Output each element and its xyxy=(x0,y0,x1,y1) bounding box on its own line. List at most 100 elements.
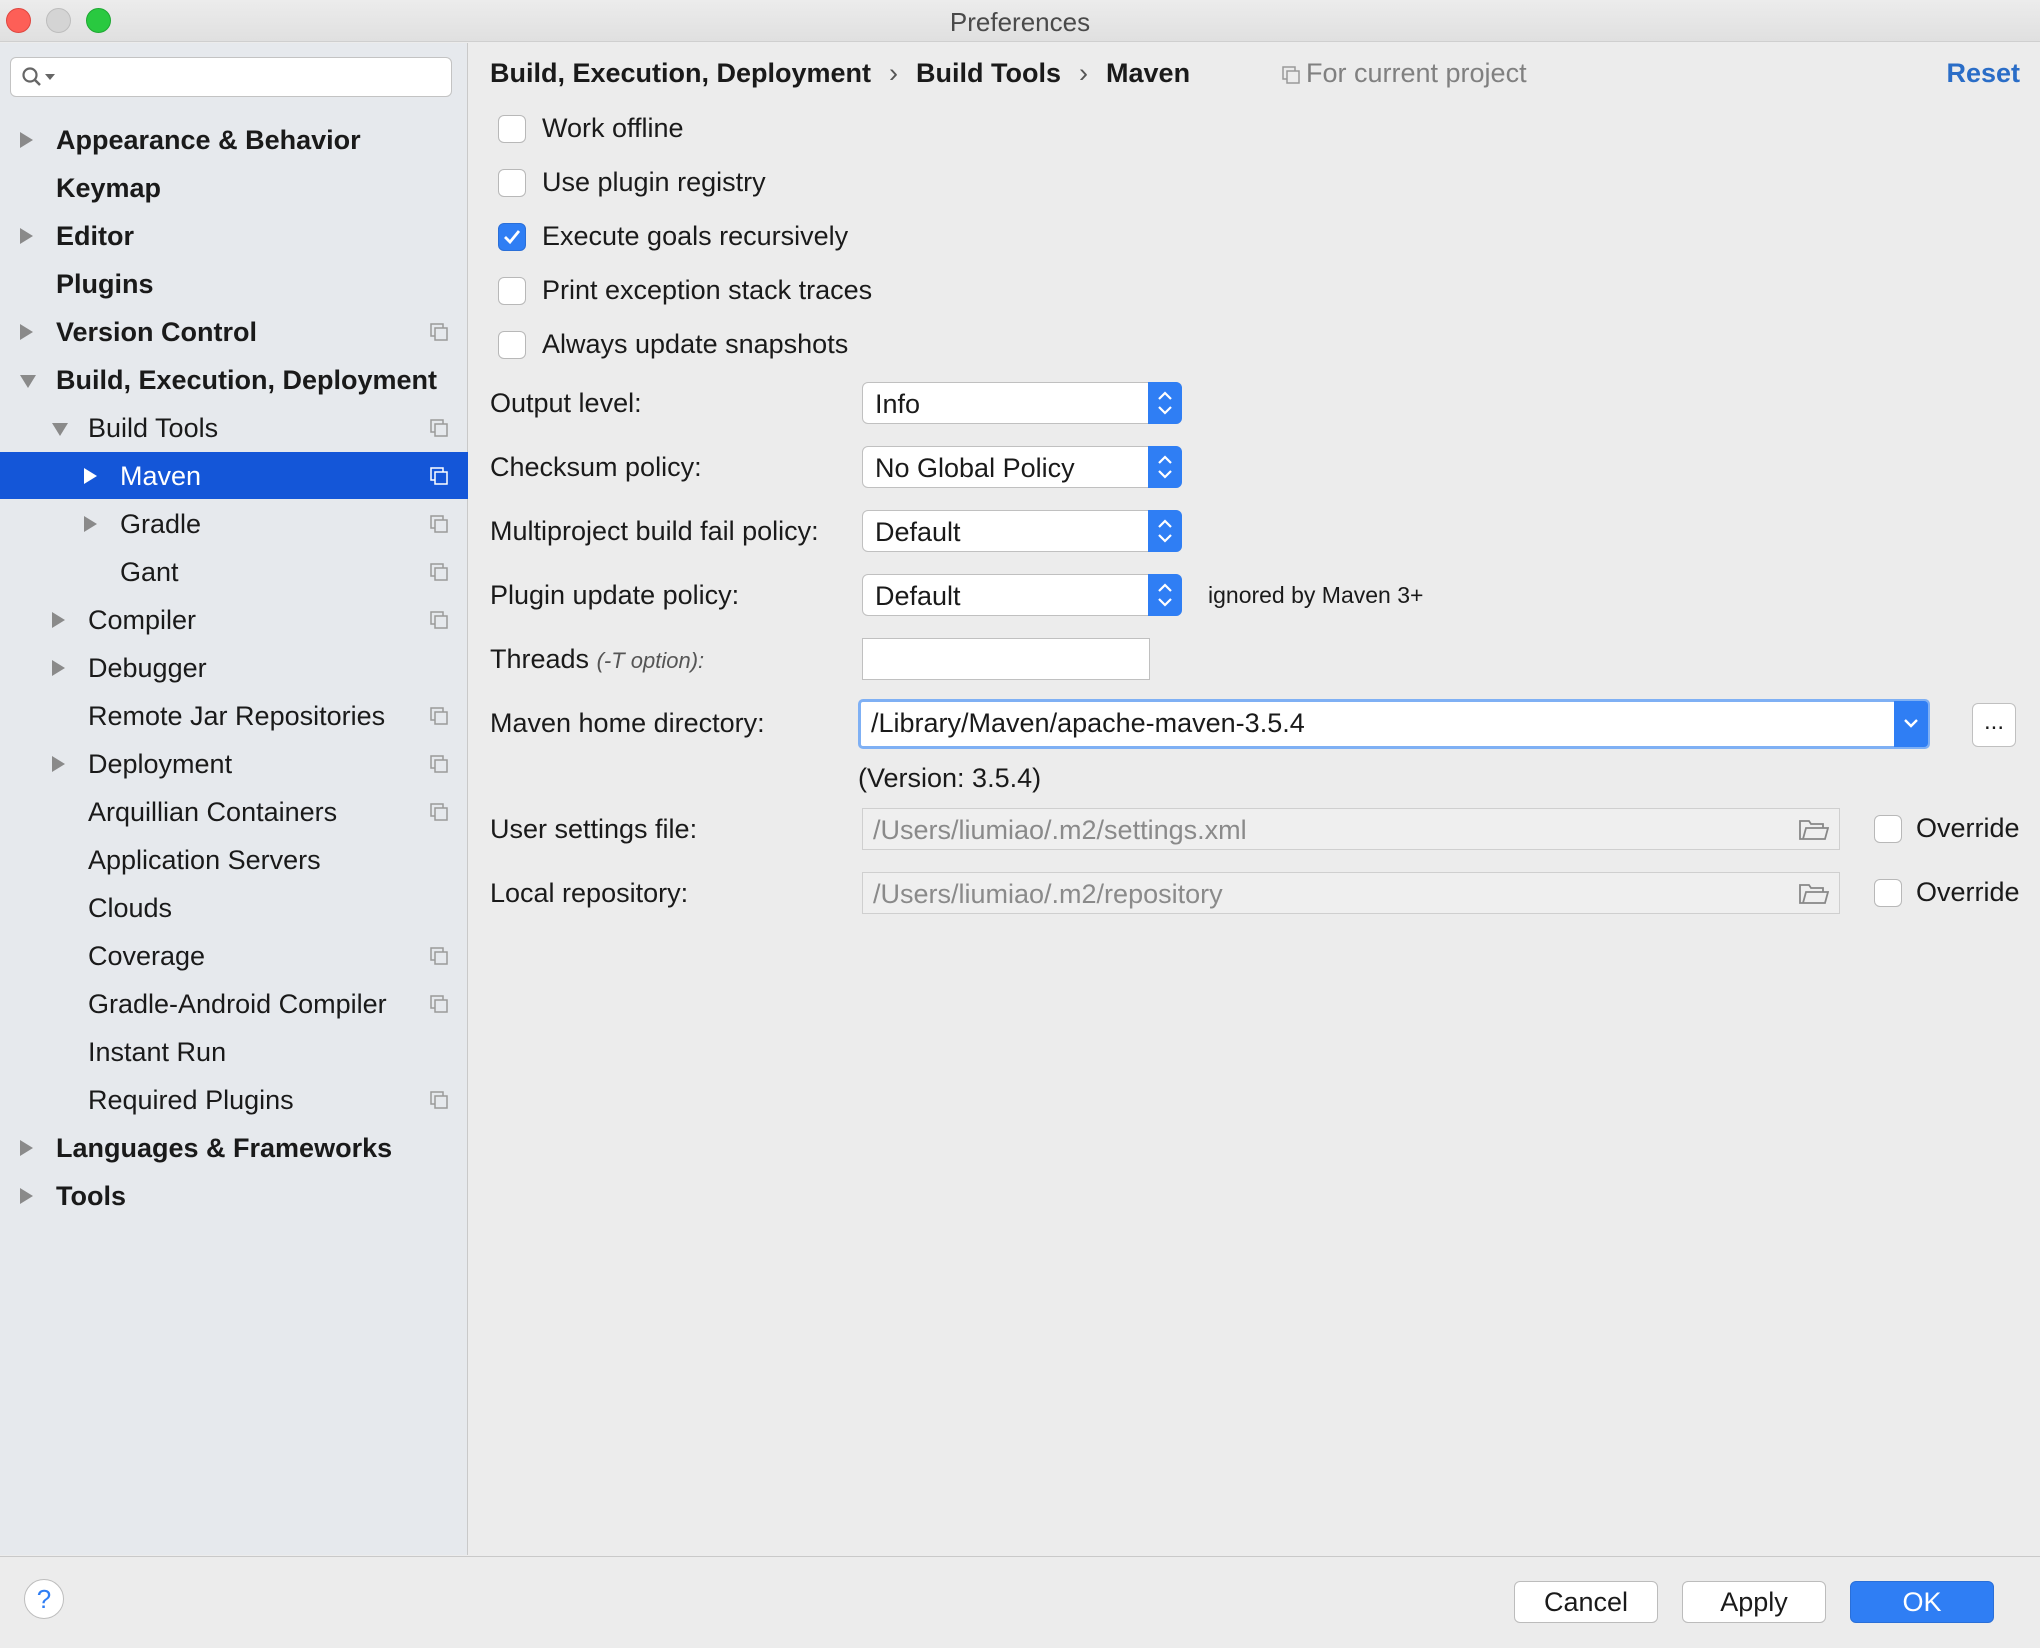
select-stepper-icon xyxy=(1148,510,1182,552)
sidebar-item-label: Languages & Frameworks xyxy=(56,1133,393,1163)
user-settings-file-label: User settings file: xyxy=(490,814,698,844)
sidebar-item-editor[interactable]: Editor xyxy=(0,212,468,259)
help-button[interactable]: ? xyxy=(24,1579,64,1619)
select-stepper-icon xyxy=(1148,574,1182,616)
sidebar-item-label: Coverage xyxy=(88,941,206,971)
expand-arrow-icon[interactable] xyxy=(52,660,65,676)
sidebar-item-maven[interactable]: Maven xyxy=(0,452,468,499)
collapse-arrow-icon[interactable] xyxy=(52,423,68,436)
reset-link[interactable]: Reset xyxy=(1946,58,2020,89)
checksum-policy-select[interactable]: No Global Policy xyxy=(862,446,1182,488)
breadcrumb-item: Maven xyxy=(1106,58,1191,88)
maven-version-label: (Version: 3.5.4) xyxy=(858,763,1042,793)
sidebar-item-label: Appearance & Behavior xyxy=(56,125,361,155)
sidebar-item-coverage[interactable]: Coverage xyxy=(0,932,468,979)
project-settings-icon xyxy=(430,707,448,725)
multiproject-build-fail-policy-select[interactable]: Default xyxy=(862,510,1182,552)
project-settings-icon xyxy=(430,323,448,341)
local-repository-label: Local repository: xyxy=(490,878,689,908)
expand-arrow-icon[interactable] xyxy=(84,516,97,532)
work-offline-checkbox[interactable] xyxy=(498,115,526,143)
folder-icon[interactable] xyxy=(1799,883,1829,905)
sidebar-item-label: Deployment xyxy=(88,749,233,779)
expand-arrow-icon[interactable] xyxy=(20,324,33,340)
expand-arrow-icon[interactable] xyxy=(20,1140,33,1156)
folder-icon[interactable] xyxy=(1799,819,1829,841)
expand-arrow-icon[interactable] xyxy=(52,612,65,628)
breadcrumb-separator-icon: › xyxy=(1079,58,1089,88)
cancel-button[interactable]: Cancel xyxy=(1514,1581,1658,1623)
user-settings-override-checkbox[interactable] xyxy=(1874,815,1902,843)
title-bar: Preferences xyxy=(0,0,2040,42)
local-repository-field[interactable]: /Users/liumiao/.m2/repository xyxy=(862,872,1840,914)
project-settings-icon xyxy=(430,1091,448,1109)
apply-button[interactable]: Apply xyxy=(1682,1581,1826,1623)
sidebar-item-label: Build, Execution, Deployment xyxy=(56,365,438,395)
expand-arrow-icon[interactable] xyxy=(20,228,33,244)
sidebar-item-gant[interactable]: Gant xyxy=(0,548,468,595)
project-settings-icon xyxy=(430,803,448,821)
breadcrumb: Build, Execution, Deployment › Build Tools… xyxy=(490,58,1190,89)
sidebar-item-label: Gradle xyxy=(120,509,202,539)
project-settings-icon xyxy=(430,995,448,1013)
sidebar-item-gradle[interactable]: Gradle xyxy=(0,500,468,547)
local-repository-override-checkbox[interactable] xyxy=(1874,879,1902,907)
sidebar-item-remote-jar-repositories[interactable]: Remote Jar Repositories xyxy=(0,692,468,739)
output-level-select[interactable]: Info xyxy=(862,382,1182,424)
breadcrumb-separator-icon: › xyxy=(889,58,899,88)
project-settings-icon xyxy=(430,563,448,581)
maven-home-directory-label: Maven home directory: xyxy=(490,708,765,738)
sidebar-item-tools[interactable]: Tools xyxy=(0,1172,468,1219)
always-update-snapshots-checkbox[interactable] xyxy=(498,331,526,359)
sidebar-item-clouds[interactable]: Clouds xyxy=(0,884,468,931)
user-settings-file-field[interactable]: /Users/liumiao/.m2/settings.xml xyxy=(862,808,1840,850)
sidebar-item-arquillian-containers[interactable]: Arquillian Containers xyxy=(0,788,468,835)
sidebar-item-label: Compiler xyxy=(88,605,197,635)
threads-hint: (-T option): xyxy=(596,648,705,673)
sidebar-item-build-execution-deployment[interactable]: Build, Execution, Deployment xyxy=(0,356,468,403)
expand-arrow-icon[interactable] xyxy=(20,132,33,148)
collapse-arrow-icon[interactable] xyxy=(20,375,36,388)
select-stepper-icon xyxy=(1148,446,1182,488)
project-settings-icon xyxy=(1282,66,1300,84)
print-exception-stack-traces-checkbox[interactable] xyxy=(498,277,526,305)
ok-button[interactable]: OK xyxy=(1850,1581,1994,1623)
sidebar-item-gradle-android-compiler[interactable]: Gradle-Android Compiler xyxy=(0,980,468,1027)
dialog-footer: ? Cancel Apply OK xyxy=(0,1556,2040,1648)
sidebar-item-build-tools[interactable]: Build Tools xyxy=(0,404,468,451)
sidebar-item-deployment[interactable]: Deployment xyxy=(0,740,468,787)
maven-settings-panel: Build, Execution, Deployment › Build Tools… xyxy=(470,43,2040,1555)
sidebar-item-required-plugins[interactable]: Required Plugins xyxy=(0,1076,468,1123)
sidebar-item-label: Keymap xyxy=(56,173,162,203)
use-plugin-registry-checkbox[interactable] xyxy=(498,169,526,197)
execute-goals-recursively-checkbox[interactable] xyxy=(498,223,526,251)
expand-arrow-icon[interactable] xyxy=(84,468,97,484)
sidebar-item-application-servers[interactable]: Application Servers xyxy=(0,836,468,883)
maven-home-directory-combo[interactable]: /Library/Maven/apache-maven-3.5.4 xyxy=(858,699,1930,749)
sidebar-item-label: Maven xyxy=(120,461,202,491)
sidebar-item-keymap[interactable]: Keymap xyxy=(0,164,468,211)
sidebar-item-instant-run[interactable]: Instant Run xyxy=(0,1028,468,1075)
sidebar-item-label: Debugger xyxy=(88,653,207,683)
project-settings-icon xyxy=(430,515,448,533)
threads-label: Threads (-T option): xyxy=(490,644,705,674)
sidebar-item-debugger[interactable]: Debugger xyxy=(0,644,468,691)
threads-input[interactable] xyxy=(862,638,1150,680)
sidebar-item-version-control[interactable]: Version Control xyxy=(0,308,468,355)
plugin-update-policy-select[interactable]: Default xyxy=(862,574,1182,616)
expand-arrow-icon[interactable] xyxy=(20,1188,33,1204)
project-settings-icon xyxy=(430,611,448,629)
breadcrumb-item: Build Tools xyxy=(916,58,1062,88)
sidebar-item-plugins[interactable]: Plugins xyxy=(0,260,468,307)
browse-maven-home-button[interactable]: ... xyxy=(1972,703,2016,747)
sidebar-item-appearance-behavior[interactable]: Appearance & Behavior xyxy=(0,116,468,163)
sidebar-item-languages-frameworks[interactable]: Languages & Frameworks xyxy=(0,1124,468,1171)
sidebar-item-label: Required Plugins xyxy=(88,1085,294,1115)
settings-search-input[interactable] xyxy=(10,57,452,97)
expand-arrow-icon[interactable] xyxy=(52,756,65,772)
chevron-down-icon[interactable] xyxy=(1894,701,1928,747)
sidebar-item-compiler[interactable]: Compiler xyxy=(0,596,468,643)
plugin-update-policy-label: Plugin update policy: xyxy=(490,580,740,610)
search-options-chevron-icon[interactable] xyxy=(45,74,55,82)
checksum-policy-label: Checksum policy: xyxy=(490,452,702,482)
